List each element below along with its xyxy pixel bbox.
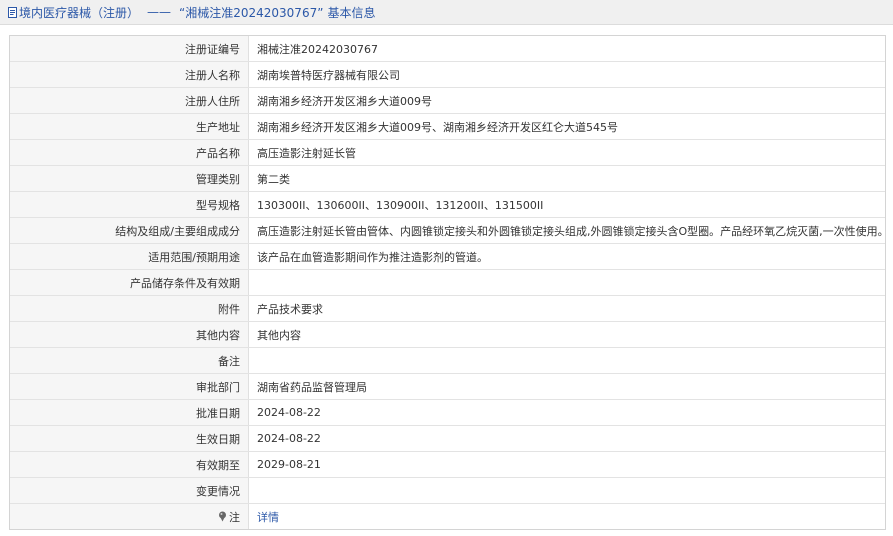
header-title: “湘械注准20242030767” bbox=[179, 5, 324, 20]
table-row: 注册人住所 湖南湘乡经济开发区湘乡大道009号 bbox=[10, 88, 885, 114]
row-label: 产品储存条件及有效期 bbox=[10, 270, 249, 295]
row-value bbox=[249, 348, 885, 373]
row-value bbox=[249, 270, 885, 295]
row-label: 注册人住所 bbox=[10, 88, 249, 113]
header-separator: —— bbox=[147, 5, 172, 19]
row-value: 湖南湘乡经济开发区湘乡大道009号、湖南湘乡经济开发区红仑大道545号 bbox=[257, 120, 618, 134]
table-row: 批准日期 2024-08-22 bbox=[10, 400, 885, 426]
row-value: 湘械注准20242030767 bbox=[257, 42, 378, 56]
row-value: 2024-08-22 bbox=[257, 406, 321, 419]
details-link[interactable]: 详情 bbox=[257, 509, 279, 525]
row-value: 其他内容 bbox=[257, 328, 301, 342]
row-label: 备注 bbox=[10, 348, 249, 373]
header-suffix: 基本信息 bbox=[327, 5, 376, 20]
note-row: 注 详情 bbox=[10, 504, 885, 529]
row-label: 生效日期 bbox=[10, 426, 249, 451]
row-value: 第二类 bbox=[257, 172, 290, 186]
row-value: 高压造影注射延长管由管体、内圆锥锁定接头和外圆锥锁定接头组成,外圆锥锁定接头含O… bbox=[257, 224, 885, 238]
table-row: 生产地址 湖南湘乡经济开发区湘乡大道009号、湖南湘乡经济开发区红仑大道545号 bbox=[10, 114, 885, 140]
row-value: 湖南省药品监督管理局 bbox=[257, 380, 367, 394]
row-value: 湖南埃普特医疗器械有限公司 bbox=[257, 68, 400, 82]
table-row: 注册人名称 湖南埃普特医疗器械有限公司 bbox=[10, 62, 885, 88]
table-row: 结构及组成/主要组成成分 高压造影注射延长管由管体、内圆锥锁定接头和外圆锥锁定接头… bbox=[10, 218, 885, 244]
row-label: 生产地址 bbox=[10, 114, 249, 139]
table-row: 产品储存条件及有效期 bbox=[10, 270, 885, 296]
row-label: 管理类别 bbox=[10, 166, 249, 191]
row-label: 有效期至 bbox=[10, 452, 249, 477]
row-value: 2024-08-22 bbox=[257, 432, 321, 445]
row-label: 注册证编号 bbox=[10, 36, 249, 61]
table-row: 审批部门 湖南省药品监督管理局 bbox=[10, 374, 885, 400]
table-row: 有效期至 2029-08-21 bbox=[10, 452, 885, 478]
row-value: 该产品在血管造影期间作为推注造影剂的管道。 bbox=[257, 250, 488, 264]
row-label: 产品名称 bbox=[10, 140, 249, 165]
note-value: 详情 bbox=[249, 504, 885, 529]
document-icon bbox=[8, 6, 17, 18]
table-row: 型号规格 130300II、130600II、130900II、131200II、… bbox=[10, 192, 885, 218]
row-label: 审批部门 bbox=[10, 374, 249, 399]
row-value: 2029-08-21 bbox=[257, 458, 321, 471]
row-value bbox=[249, 478, 885, 503]
page-header: 境内医疗器械（注册） —— “湘械注准20242030767” 基本信息 bbox=[0, 0, 893, 25]
pin-icon bbox=[219, 511, 226, 522]
row-label: 批准日期 bbox=[10, 400, 249, 425]
row-label: 型号规格 bbox=[10, 192, 249, 217]
row-label: 注册人名称 bbox=[10, 62, 249, 87]
row-label: 变更情况 bbox=[10, 478, 249, 503]
table-row: 附件 产品技术要求 bbox=[10, 296, 885, 322]
row-label: 其他内容 bbox=[10, 322, 249, 347]
note-label: 注 bbox=[229, 510, 240, 524]
row-value: 湖南湘乡经济开发区湘乡大道009号 bbox=[257, 94, 432, 108]
table-row: 备注 bbox=[10, 348, 885, 374]
row-label: 适用范围/预期用途 bbox=[10, 244, 249, 269]
row-value: 130300II、130600II、130900II、131200II、1315… bbox=[257, 198, 544, 212]
table-row: 产品名称 高压造影注射延长管 bbox=[10, 140, 885, 166]
note-label-cell: 注 bbox=[10, 504, 249, 529]
table-row: 注册证编号 湘械注准20242030767 bbox=[10, 36, 885, 62]
info-table: 注册证编号 湘械注准20242030767 注册人名称 湖南埃普特医疗器械有限公司 … bbox=[9, 35, 886, 530]
row-label: 附件 bbox=[10, 296, 249, 321]
table-row: 管理类别 第二类 bbox=[10, 166, 885, 192]
table-row: 变更情况 bbox=[10, 478, 885, 504]
row-value: 产品技术要求 bbox=[257, 302, 323, 316]
table-row: 适用范围/预期用途 该产品在血管造影期间作为推注造影剂的管道。 bbox=[10, 244, 885, 270]
header-category: 境内医疗器械（注册） bbox=[19, 5, 140, 20]
table-row: 生效日期 2024-08-22 bbox=[10, 426, 885, 452]
row-value: 高压造影注射延长管 bbox=[257, 146, 356, 160]
table-row: 其他内容 其他内容 bbox=[10, 322, 885, 348]
row-label: 结构及组成/主要组成成分 bbox=[10, 218, 249, 243]
